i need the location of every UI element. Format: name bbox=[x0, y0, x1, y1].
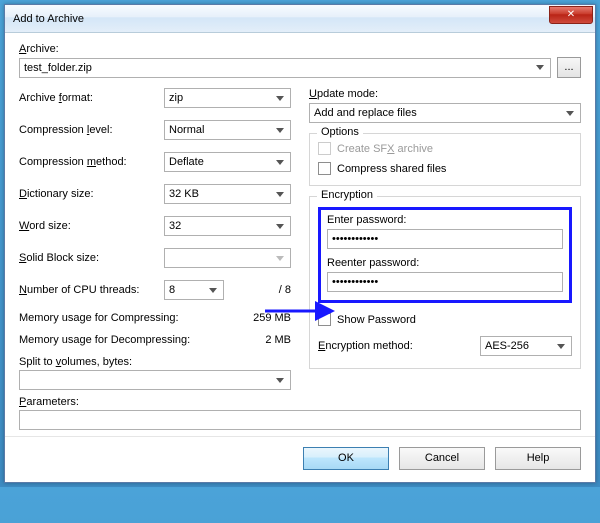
encryption-group: Encryption Enter password: Reenter passw… bbox=[309, 196, 581, 369]
browse-button[interactable]: ... bbox=[557, 57, 581, 78]
sfx-label: Create SFX archive bbox=[337, 143, 433, 155]
archive-label: Archive: bbox=[19, 43, 581, 55]
threads-max: / 8 bbox=[230, 284, 291, 296]
chevron-down-icon bbox=[532, 61, 547, 76]
chevron-down-icon bbox=[553, 339, 568, 354]
method-label: Compression method: bbox=[19, 156, 164, 168]
threads-label: Number of CPU threads: bbox=[19, 284, 164, 296]
titlebar: Add to Archive ✕ bbox=[5, 5, 595, 33]
chevron-down-icon bbox=[272, 373, 287, 388]
mem-comp-label: Memory usage for Compressing: bbox=[19, 312, 231, 324]
chevron-down-icon bbox=[205, 283, 220, 298]
block-combo bbox=[164, 248, 291, 268]
close-button[interactable]: ✕ bbox=[549, 6, 593, 24]
dialog-window: Add to Archive ✕ Archive: test_folder.zi… bbox=[4, 4, 596, 483]
archive-path-value: test_folder.zip bbox=[24, 62, 92, 74]
show-password-label: Show Password bbox=[337, 314, 416, 326]
reenter-password-label: Reenter password: bbox=[327, 257, 563, 269]
options-legend: Options bbox=[317, 126, 363, 138]
chevron-down-icon bbox=[272, 155, 287, 170]
split-label: Split to volumes, bytes: bbox=[19, 356, 291, 368]
level-label: Compression level: bbox=[19, 124, 164, 136]
show-password-checkbox[interactable] bbox=[318, 313, 331, 326]
sfx-checkbox bbox=[318, 142, 331, 155]
chevron-down-icon bbox=[272, 91, 287, 106]
chevron-down-icon bbox=[272, 123, 287, 138]
options-group: Options Create SFX archive Compress shar… bbox=[309, 133, 581, 186]
enter-password-label: Enter password: bbox=[327, 214, 563, 226]
chevron-down-icon bbox=[272, 251, 287, 266]
word-combo[interactable]: 32 bbox=[164, 216, 291, 236]
params-label: Parameters: bbox=[19, 396, 581, 408]
chevron-down-icon bbox=[562, 106, 577, 121]
ok-button[interactable]: OK bbox=[303, 447, 389, 470]
dict-label: Dictionary size: bbox=[19, 188, 164, 200]
split-combo[interactable] bbox=[19, 370, 291, 390]
params-input[interactable] bbox=[19, 410, 581, 430]
dict-combo[interactable]: 32 KB bbox=[164, 184, 291, 204]
enter-password-input[interactable] bbox=[327, 229, 563, 249]
word-label: Word size: bbox=[19, 220, 164, 232]
enc-method-combo[interactable]: AES-256 bbox=[480, 336, 572, 356]
button-bar: OK Cancel Help bbox=[5, 436, 595, 482]
shared-checkbox[interactable] bbox=[318, 162, 331, 175]
block-label: Solid Block size: bbox=[19, 252, 164, 264]
method-combo[interactable]: Deflate bbox=[164, 152, 291, 172]
encryption-legend: Encryption bbox=[317, 189, 377, 201]
format-label: Archive format: bbox=[19, 92, 164, 104]
reenter-password-input[interactable] bbox=[327, 272, 563, 292]
shared-label: Compress shared files bbox=[337, 163, 446, 175]
password-highlight: Enter password: Reenter password: bbox=[318, 207, 572, 303]
update-combo[interactable]: Add and replace files bbox=[309, 103, 581, 123]
cancel-button[interactable]: Cancel bbox=[399, 447, 485, 470]
archive-path-combo[interactable]: test_folder.zip bbox=[19, 58, 551, 78]
chevron-down-icon bbox=[272, 219, 287, 234]
mem-decomp-value: 2 MB bbox=[231, 334, 291, 346]
mem-decomp-label: Memory usage for Decompressing: bbox=[19, 334, 231, 346]
threads-combo[interactable]: 8 bbox=[164, 280, 224, 300]
level-combo[interactable]: Normal bbox=[164, 120, 291, 140]
chevron-down-icon bbox=[272, 187, 287, 202]
update-label: Update mode: bbox=[309, 88, 581, 100]
help-button[interactable]: Help bbox=[495, 447, 581, 470]
mem-comp-value: 259 MB bbox=[231, 312, 291, 324]
enc-method-label: Encryption method: bbox=[318, 340, 413, 352]
window-title: Add to Archive bbox=[13, 13, 549, 25]
format-combo[interactable]: zip bbox=[164, 88, 291, 108]
